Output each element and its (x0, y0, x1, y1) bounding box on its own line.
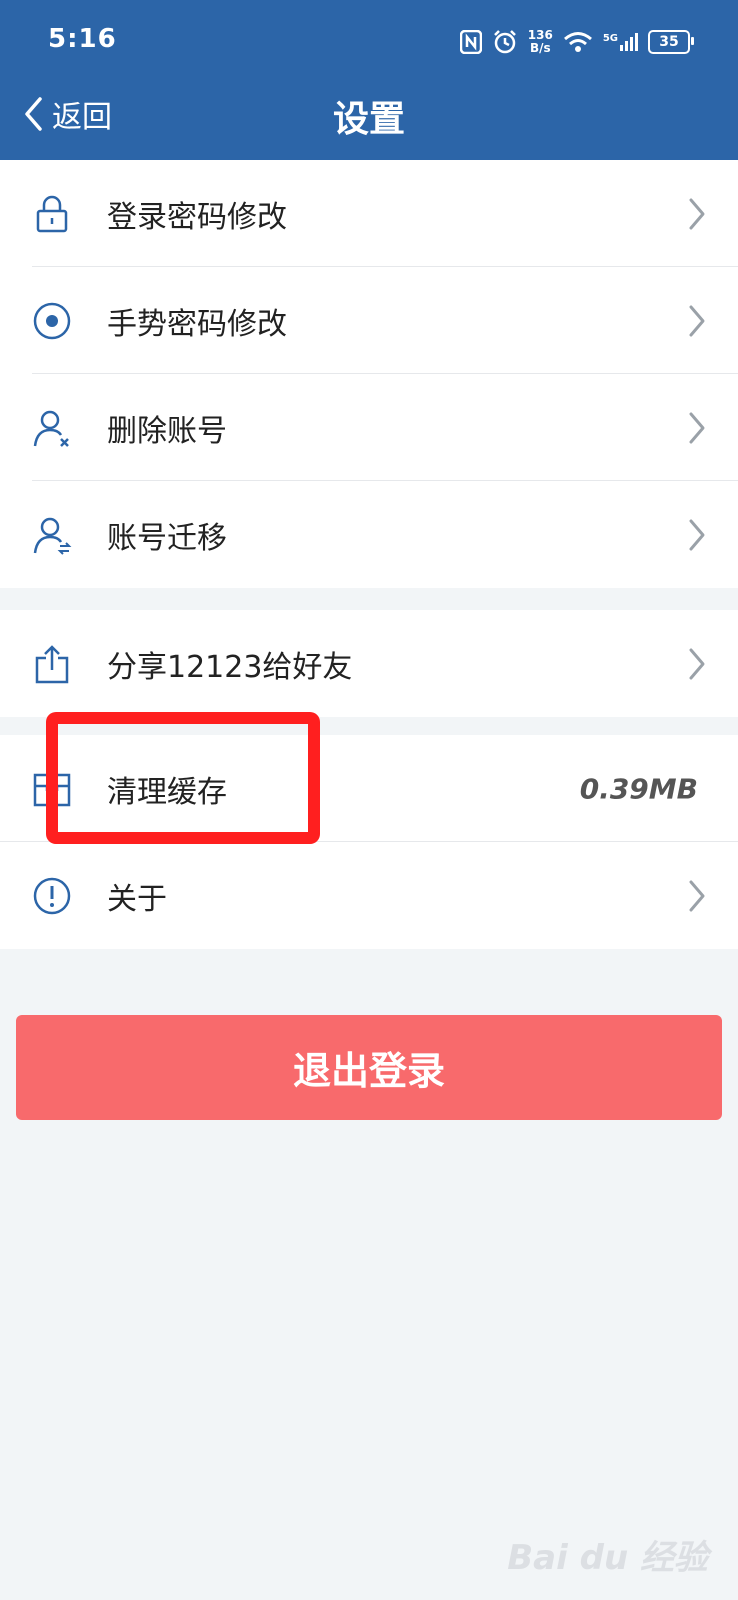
menu-item-about[interactable]: 关于 (0, 842, 738, 949)
menu-item-delete-account[interactable]: 删除账号 (0, 374, 738, 481)
menu-item-label: 分享12123给好友 (107, 649, 353, 685)
baidu-watermark: Bai du 经验 (507, 1538, 708, 1578)
menu-item-share[interactable]: 分享12123给好友 (0, 610, 738, 717)
share-icon (35, 644, 69, 683)
chevron-right-icon (689, 305, 705, 336)
top-bar: 5:16 136 B/s 5G 35 返回 设置 (0, 0, 738, 160)
network-speed-unit: B/s (529, 41, 551, 55)
menu-item-label: 账号迁移 (107, 520, 227, 556)
menu-item-label: 登录密码修改 (107, 199, 287, 235)
chevron-right-icon (689, 519, 705, 550)
chevron-right-icon (689, 198, 705, 229)
nfc-icon (459, 30, 482, 54)
wifi-icon (563, 32, 592, 52)
cache-size: 0.39MB (579, 772, 698, 805)
status-time: 5:16 (48, 24, 117, 54)
target-icon (33, 302, 71, 339)
signal-label: 5G (602, 33, 618, 44)
chevron-right-icon (689, 412, 705, 443)
menu-item-label: 关于 (107, 881, 167, 917)
chevron-right-icon (689, 880, 705, 911)
info-icon (33, 877, 71, 914)
menu-item-label: 删除账号 (107, 413, 227, 449)
menu-item-label: 手势密码修改 (107, 306, 287, 342)
settings-group-share: 分享12123给好友 (0, 610, 738, 717)
alarm-icon (493, 30, 516, 54)
menu-item-change-login-password[interactable]: 登录密码修改 (0, 160, 738, 267)
menu-item-account-migration[interactable]: 账号迁移 (0, 481, 738, 588)
chevron-right-icon (689, 648, 705, 679)
user-transfer-icon (33, 517, 72, 555)
logout-button[interactable]: 退出登录 (16, 1015, 722, 1120)
highlight-box (46, 712, 320, 844)
status-icons: 136 B/s 5G 35 (459, 22, 694, 62)
battery-icon: 35 (648, 30, 694, 54)
settings-group-account: 登录密码修改 手势密码修改 删除账号 账号迁移 (0, 160, 738, 588)
page-title: 设置 (332, 99, 405, 140)
user-remove-icon (33, 410, 69, 447)
signal-icon: 5G (603, 33, 638, 51)
menu-item-change-gesture-password[interactable]: 手势密码修改 (0, 267, 738, 374)
network-speed: 136 B/s (528, 29, 553, 55)
lock-icon (36, 195, 68, 232)
